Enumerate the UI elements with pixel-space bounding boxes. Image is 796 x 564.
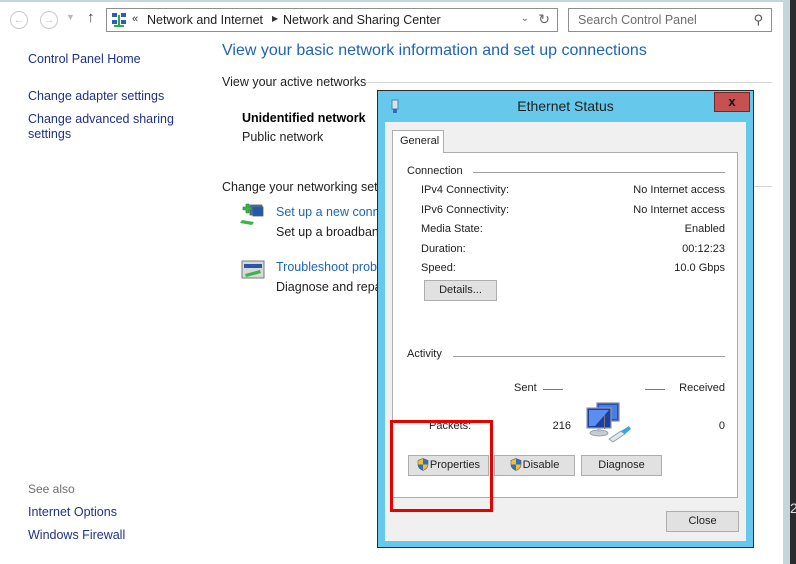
recent-pages-dropdown-icon[interactable]: ▼ — [66, 12, 75, 22]
ipv6-label: IPv6 Connectivity: — [421, 204, 510, 216]
activity-divider — [453, 356, 725, 357]
forward-arrow-icon: → — [43, 14, 55, 26]
packets-divider — [604, 415, 605, 429]
background-glyph: 2 — [790, 500, 796, 516]
media-state-label: Media State: — [421, 223, 483, 235]
ipv4-label: IPv4 Connectivity: — [421, 184, 510, 196]
speed-value: 10.0 Gbps — [674, 262, 725, 274]
sidebar-link-change-advanced-sharing-cont[interactable]: settings — [28, 127, 71, 141]
network-computers-icon — [586, 402, 631, 443]
search-placeholder: Search Control Panel — [578, 13, 697, 27]
received-dash — [645, 389, 665, 390]
forward-button[interactable]: → — [40, 11, 58, 29]
new-connection-icon — [240, 203, 264, 225]
window-right-border — [783, 0, 790, 564]
setup-new-connection-desc: Set up a broadband — [276, 225, 386, 239]
sidebar-link-windows-firewall[interactable]: Windows Firewall — [28, 528, 125, 542]
packets-label: Packets: — [429, 420, 472, 432]
tab-general[interactable]: General — [392, 130, 444, 153]
connection-divider — [473, 172, 725, 173]
see-also-label: See also — [28, 482, 75, 496]
packets-sent-value: 216 — [552, 420, 571, 432]
packets-received-value: 0 — [718, 420, 725, 432]
properties-button-label: Properties — [429, 459, 481, 471]
navigation-bar: ← → ▼ ↑ « Network and Internet ▶ Network… — [0, 2, 783, 36]
dialog-body: General Connection IPv4 Connectivity: No… — [385, 122, 746, 541]
properties-button[interactable]: Properties — [408, 455, 489, 476]
sidebar-link-internet-options[interactable]: Internet Options — [28, 505, 117, 519]
close-button[interactable]: Close — [666, 511, 739, 532]
troubleshoot-problems-desc: Diagnose and repai — [276, 280, 385, 294]
up-arrow-icon[interactable]: ↑ — [87, 9, 95, 26]
control-panel-network-icon — [112, 13, 126, 27]
sent-dash — [543, 389, 563, 390]
disable-button-label: Disable — [522, 459, 560, 471]
page-title: View your basic network information and … — [222, 42, 647, 59]
connection-group-label: Connection — [407, 165, 463, 177]
media-state-value: Enabled — [684, 223, 725, 235]
refresh-icon[interactable]: ↻ — [538, 11, 550, 28]
ethernet-status-dialog: Ethernet Status x General Connection IPv… — [377, 90, 754, 548]
received-label: Received — [679, 382, 725, 394]
dialog-title: Ethernet Status — [517, 98, 614, 114]
back-button[interactable]: ← — [10, 11, 28, 29]
setup-new-connection-link[interactable]: Set up a new conne — [276, 205, 387, 219]
active-networks-heading: View your active networks — [222, 75, 367, 89]
desktop-background: 2 — [790, 0, 796, 564]
dialog-close-button[interactable]: x — [714, 92, 750, 112]
breadcrumb-separator-icon[interactable]: ▶ — [272, 14, 278, 23]
close-icon: x — [728, 94, 736, 109]
network-type-link[interactable]: Public network — [242, 130, 323, 144]
uac-shield-icon — [417, 458, 429, 471]
sidebar-link-control-panel-home[interactable]: Control Panel Home — [28, 52, 141, 66]
search-icon[interactable]: ⚲ — [753, 12, 763, 28]
active-networks-divider — [366, 82, 772, 83]
diagnose-button[interactable]: Diagnose — [581, 455, 662, 476]
sent-label: Sent — [514, 382, 537, 394]
sidebar-link-change-adapter-settings[interactable]: Change adapter settings — [28, 89, 164, 103]
activity-group-label: Activity — [407, 348, 442, 360]
breadcrumb-network-and-sharing-center[interactable]: Network and Sharing Center — [283, 13, 441, 27]
breadcrumb-network-and-internet[interactable]: Network and Internet — [147, 13, 263, 27]
address-bar[interactable]: « Network and Internet ▶ Network and Sha… — [106, 8, 558, 32]
search-input[interactable]: Search Control Panel ⚲ — [568, 8, 772, 32]
disable-button[interactable]: Disable — [494, 455, 575, 476]
troubleshoot-icon — [241, 260, 265, 279]
address-dropdown-icon[interactable]: ⌄ — [521, 13, 529, 24]
ipv6-value: No Internet access — [633, 204, 725, 216]
network-name: Unidentified network — [242, 111, 366, 125]
duration-label: Duration: — [421, 243, 466, 255]
speed-label: Speed: — [421, 262, 456, 274]
troubleshoot-problems-link[interactable]: Troubleshoot probl — [276, 260, 380, 274]
duration-value: 00:12:23 — [682, 243, 725, 255]
general-tab-panel: Connection IPv4 Connectivity: No Interne… — [392, 152, 738, 498]
uac-shield-icon — [510, 458, 521, 471]
breadcrumb-overflow-icon[interactable]: « — [132, 13, 138, 25]
change-settings-divider — [754, 186, 772, 187]
back-arrow-icon: ← — [13, 14, 25, 26]
details-button[interactable]: Details... — [424, 280, 497, 301]
sidebar-link-change-advanced-sharing[interactable]: Change advanced sharing — [28, 112, 174, 126]
ipv4-value: No Internet access — [633, 184, 725, 196]
change-settings-heading: Change your networking setti — [222, 180, 384, 194]
